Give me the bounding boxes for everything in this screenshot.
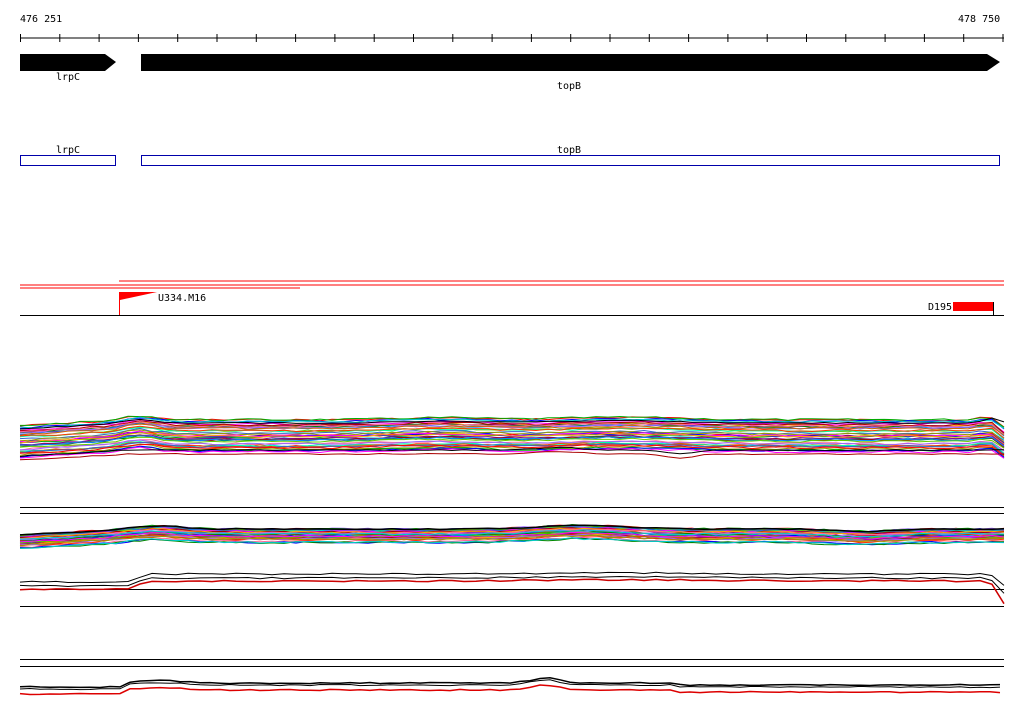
gene-arrow-topb[interactable] [141,54,1000,71]
ruler-start-label: 476 251 [20,14,62,25]
gene-box-lrpc[interactable] [20,155,116,166]
gene-box-label-topb: topB [557,145,581,156]
feature-label-u334: U334.M16 [158,293,206,304]
signal-line [19,451,1005,461]
signal-track-3 [19,571,1005,607]
feature-block-d195[interactable] [953,302,993,311]
gene-arrow-label-topb: topB [557,81,581,92]
signal-line [19,575,1005,594]
genome-browser-canvas: 476 251 478 750 lrpC topB lrpC topB U334… [19,14,1005,696]
ruler-end-label: 478 750 [958,14,1000,25]
signal-line [19,578,1005,605]
gene-box-track: lrpC topB [20,145,1000,166]
gene-arrow-track: lrpC topB [20,54,1000,92]
signal-track-2 [19,523,1005,549]
signal-track-4 [19,677,1001,696]
feature-flag-u334[interactable] [120,292,157,300]
gene-arrow-lrpc[interactable] [20,54,116,71]
coordinate-ruler: 476 251 478 750 [20,14,1004,42]
feature-track: U334.M16 D195 [20,280,1004,316]
feature-label-d195: D195 [928,302,952,313]
gene-arrow-label-lrpc: lrpC [56,72,80,83]
signal-track-1 [19,415,1005,461]
gene-box-label-lrpc: lrpC [56,145,80,156]
gene-box-topb[interactable] [141,155,1000,166]
